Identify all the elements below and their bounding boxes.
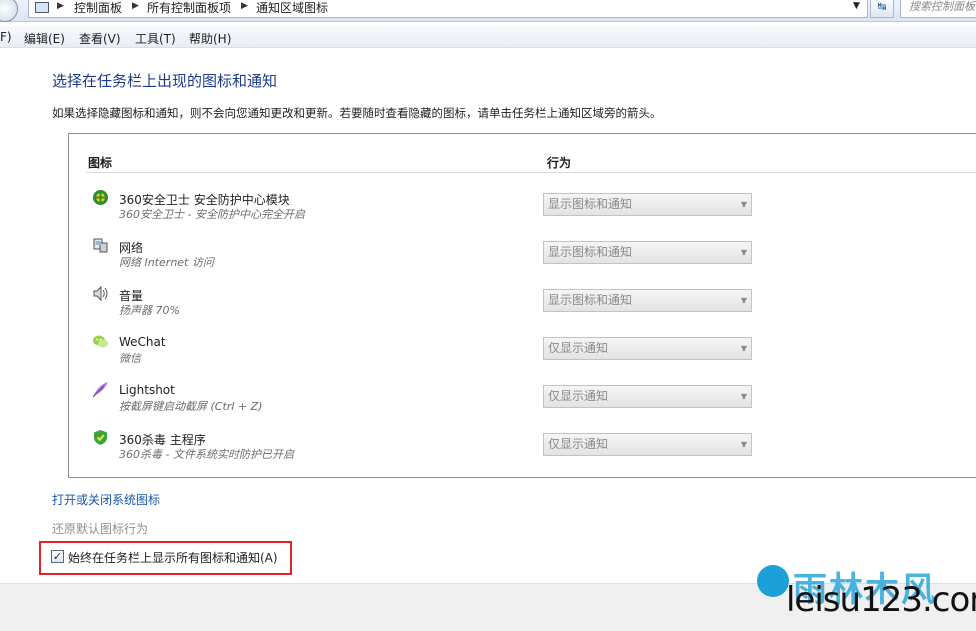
chevron-down-icon: ▼ <box>740 248 747 257</box>
header-divider <box>86 172 976 173</box>
always-show-checkbox[interactable]: ✓ <box>51 550 64 563</box>
chevron-down-icon: ▼ <box>740 344 747 353</box>
row-name: Lightshot <box>119 383 175 397</box>
refresh-button[interactable]: ↹ <box>870 0 894 18</box>
menu-edit[interactable]: 编辑(E) <box>24 30 65 47</box>
system-icons-link[interactable]: 打开或关闭系统图标 <box>52 491 160 508</box>
behavior-select[interactable]: 仅显示通知 ▼ <box>543 433 752 456</box>
row-subtitle: 扬声器 70% <box>119 304 180 317</box>
chevron-down-icon: ▼ <box>740 440 747 449</box>
behavior-value: 显示图标和通知 <box>548 197 633 211</box>
behavior-value: 仅显示通知 <box>548 437 609 451</box>
icons-table <box>68 133 976 478</box>
menu-help[interactable]: 帮助(H) <box>189 30 231 47</box>
wechat-icon <box>92 333 109 350</box>
watermark-url: leisu123.com <box>786 580 976 620</box>
row-subtitle: 360杀毒 - 文件系统实时防护已开启 <box>119 448 294 461</box>
breadcrumb-notification-icons[interactable]: 通知区域图标 <box>256 0 328 16</box>
lightshot-feather-icon <box>92 381 109 398</box>
behavior-value: 显示图标和通知 <box>548 293 633 307</box>
breadcrumb-separator-icon[interactable]: ▶ <box>132 1 139 11</box>
breadcrumb-separator-icon[interactable]: ▶ <box>57 1 64 11</box>
control-panel-icon <box>35 2 49 13</box>
breadcrumb-control-panel[interactable]: 控制面板 <box>74 0 122 16</box>
behavior-select[interactable]: 仅显示通知 ▼ <box>543 385 752 408</box>
behavior-value: 显示图标和通知 <box>548 245 633 259</box>
watermark-logo-icon <box>757 565 789 597</box>
column-header-behavior: 行为 <box>547 156 572 170</box>
search-input[interactable]: 搜索控制面板 <box>900 0 976 18</box>
column-header-icon: 图标 <box>88 156 113 170</box>
row-subtitle: 360安全卫士 - 安全防护中心完全开启 <box>119 208 305 221</box>
chevron-down-icon: ▼ <box>740 392 747 401</box>
behavior-value: 仅显示通知 <box>548 389 609 403</box>
360-antivirus-shield-icon <box>92 429 109 446</box>
row-subtitle: 微信 <box>119 352 141 365</box>
row-subtitle: 网络 Internet 访问 <box>119 256 214 269</box>
page-title: 选择在任务栏上出现的图标和通知 <box>52 72 278 90</box>
network-icon <box>92 237 109 254</box>
address-dropdown-icon[interactable]: ▼ <box>853 1 860 11</box>
row-subtitle: 按截屏键启动截屏 (Ctrl + Z) <box>119 400 263 413</box>
restore-default-link: 还原默认图标行为 <box>52 522 149 536</box>
behavior-select[interactable]: 显示图标和通知 ▼ <box>543 289 752 312</box>
menu-bar: F) 编辑(E) 查看(V) 工具(T) 帮助(H) <box>0 26 976 48</box>
behavior-select[interactable]: 显示图标和通知 ▼ <box>543 241 752 264</box>
row-name: WeChat <box>119 335 166 349</box>
360-safe-icon <box>92 189 109 206</box>
chevron-down-icon: ▼ <box>740 200 747 209</box>
behavior-select[interactable]: 仅显示通知 ▼ <box>543 337 752 360</box>
breadcrumb-separator-icon[interactable]: ▶ <box>241 1 248 11</box>
menu-file[interactable]: F) <box>0 30 12 44</box>
chevron-down-icon: ▼ <box>740 296 747 305</box>
menu-view[interactable]: 查看(V) <box>79 30 121 47</box>
address-bar: ▶ 控制面板 ▶ 所有控制面板项 ▶ 通知区域图标 ▼ ↹ 搜索控制面板 <box>0 0 976 22</box>
behavior-select[interactable]: 显示图标和通知 ▼ <box>543 193 752 216</box>
back-button[interactable] <box>0 0 18 22</box>
volume-icon <box>92 285 109 302</box>
menu-tools[interactable]: 工具(T) <box>135 30 176 47</box>
page-description: 如果选择隐藏图标和通知，则不会向您通知更改和更新。若要随时查看隐藏的图标，请单击… <box>52 106 662 120</box>
breadcrumb-all-items[interactable]: 所有控制面板项 <box>147 0 231 16</box>
always-show-label[interactable]: 始终在任务栏上显示所有图标和通知(A) <box>68 549 278 566</box>
behavior-value: 仅显示通知 <box>548 341 609 355</box>
address-box[interactable]: ▶ 控制面板 ▶ 所有控制面板项 ▶ 通知区域图标 <box>28 0 868 18</box>
